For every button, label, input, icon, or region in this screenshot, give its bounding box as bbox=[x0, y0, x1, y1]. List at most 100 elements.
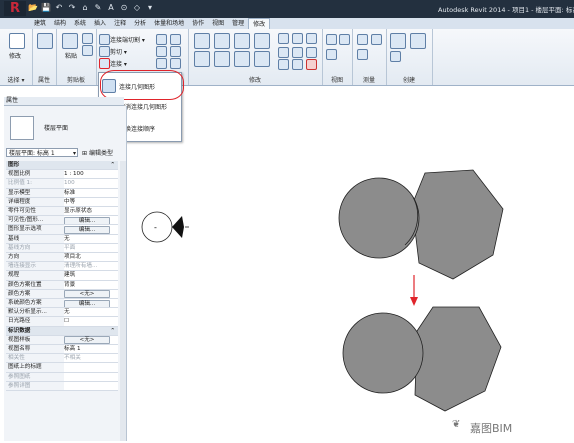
tab-9[interactable]: 管理 bbox=[228, 18, 248, 29]
tab-8[interactable]: 视图 bbox=[208, 18, 228, 29]
move-icon[interactable] bbox=[194, 51, 210, 67]
mirror-axis-icon[interactable] bbox=[234, 33, 250, 49]
property-edit-button[interactable]: 编辑... bbox=[64, 216, 110, 225]
property-edit-button[interactable]: <无> bbox=[64, 290, 110, 298]
property-value[interactable]: 背景 bbox=[64, 280, 118, 289]
top-hexagon[interactable] bbox=[411, 169, 504, 280]
ribbon-group-label[interactable]: 选择 ▾ bbox=[0, 75, 32, 84]
mirror-draw-icon[interactable] bbox=[254, 33, 270, 49]
tab-4[interactable]: 注释 bbox=[110, 18, 130, 29]
remove-paint-icon[interactable] bbox=[156, 58, 167, 69]
join-geometry-icon[interactable] bbox=[99, 58, 110, 69]
unpin-icon[interactable] bbox=[306, 47, 317, 58]
sync-icon[interactable]: ⊙ bbox=[119, 3, 129, 13]
tab-2[interactable]: 系统 bbox=[70, 18, 90, 29]
property-edit-button[interactable]: <无> bbox=[64, 336, 110, 344]
instance-selector[interactable]: 楼层平面: 标高 1 ▾ bbox=[6, 148, 78, 157]
tab-3[interactable]: 插入 bbox=[90, 18, 110, 29]
property-value[interactable]: 无 bbox=[64, 234, 118, 243]
bottom-hexagon[interactable] bbox=[414, 306, 502, 412]
measure-icon[interactable] bbox=[357, 34, 368, 45]
measure-between-icon[interactable] bbox=[357, 49, 368, 60]
property-value[interactable]: 建筑 bbox=[64, 271, 118, 280]
paint-icon[interactable] bbox=[156, 46, 167, 57]
property-value[interactable]: 编辑... bbox=[64, 299, 118, 308]
tab-6[interactable]: 体量和场地 bbox=[150, 18, 188, 29]
save-icon[interactable]: 💾 bbox=[41, 3, 51, 13]
property-value[interactable]: 无 bbox=[64, 308, 118, 317]
shape-icon[interactable]: ◇ bbox=[132, 3, 142, 13]
dimension-icon[interactable] bbox=[371, 34, 382, 45]
tab-1[interactable]: 结构 bbox=[50, 18, 70, 29]
demolish-icon[interactable] bbox=[170, 46, 181, 57]
property-edit-button[interactable]: 编辑... bbox=[64, 299, 110, 308]
cope-label[interactable]: 连接端切割 ▾ bbox=[110, 35, 145, 44]
modify-cursor-icon[interactable] bbox=[9, 33, 25, 49]
split-gap-icon[interactable] bbox=[292, 33, 303, 44]
qat-dropdown-icon[interactable]: ▾ bbox=[145, 3, 155, 13]
tab-0[interactable]: 建筑 bbox=[30, 18, 50, 29]
trim-extend-icon[interactable] bbox=[254, 51, 270, 67]
property-section-header[interactable]: 图形 ⌃ bbox=[6, 161, 118, 171]
drawing-canvas[interactable]: - bbox=[127, 85, 574, 441]
property-value[interactable]: 编辑... bbox=[64, 216, 118, 225]
bottom-circle[interactable] bbox=[342, 312, 424, 394]
cope-icon[interactable] bbox=[99, 34, 110, 45]
property-section-header[interactable]: 标识数据 ⌃ bbox=[6, 326, 118, 336]
copy-icon[interactable] bbox=[82, 45, 93, 56]
property-value[interactable]: 1 : 100 bbox=[64, 170, 118, 179]
beam-join-icon[interactable] bbox=[170, 58, 181, 69]
override-icon[interactable] bbox=[339, 34, 350, 45]
split-icon[interactable] bbox=[278, 33, 289, 44]
properties-icon[interactable] bbox=[37, 33, 53, 49]
undo-icon[interactable]: ↶ bbox=[54, 3, 64, 13]
rotate-icon[interactable] bbox=[234, 51, 250, 67]
text-icon[interactable]: A bbox=[106, 3, 116, 13]
create-similar-icon[interactable] bbox=[390, 51, 401, 62]
open-icon[interactable]: 📂 bbox=[28, 3, 38, 13]
property-value[interactable]: 中等 bbox=[64, 197, 118, 206]
edit-type-button[interactable]: ⊞ 编辑类型 bbox=[82, 148, 113, 157]
property-edit-button[interactable]: 编辑... bbox=[64, 225, 110, 234]
tab-5[interactable]: 分析 bbox=[130, 18, 150, 29]
cut-icon[interactable] bbox=[82, 33, 93, 44]
collapse-icon[interactable]: ⌃ bbox=[110, 327, 115, 335]
measure-icon[interactable]: ✎ bbox=[93, 3, 103, 13]
view-icon[interactable] bbox=[326, 49, 337, 60]
paste-icon[interactable] bbox=[62, 33, 78, 49]
join-geometry-label[interactable]: 连接 ▾ bbox=[110, 59, 127, 68]
revit-logo-button[interactable]: R bbox=[4, 1, 26, 16]
top-circle[interactable] bbox=[338, 177, 420, 259]
property-value[interactable]: 标准 bbox=[64, 188, 118, 197]
property-value[interactable]: 项目北 bbox=[64, 253, 118, 262]
collapse-icon[interactable]: ⌃ bbox=[110, 161, 115, 169]
trim-icon[interactable] bbox=[278, 59, 289, 70]
redo-icon[interactable]: ↷ bbox=[67, 3, 77, 13]
offset-icon[interactable] bbox=[214, 33, 230, 49]
property-value[interactable]: 标高 1 bbox=[64, 345, 118, 354]
hide-icon[interactable] bbox=[326, 34, 337, 45]
tab-7[interactable]: 协作 bbox=[188, 18, 208, 29]
property-value[interactable]: <无> bbox=[64, 289, 118, 298]
create-group-icon[interactable] bbox=[410, 33, 426, 49]
create-parts-icon[interactable] bbox=[390, 33, 406, 49]
split-face-icon[interactable] bbox=[170, 34, 181, 45]
cut-geometry-label[interactable]: 剪切 ▾ bbox=[110, 47, 127, 56]
home-icon[interactable]: ⌂ bbox=[80, 3, 90, 13]
array-icon[interactable] bbox=[278, 47, 289, 58]
copy-element-icon[interactable] bbox=[214, 51, 230, 67]
cut-geometry-icon[interactable] bbox=[99, 46, 110, 57]
align-icon[interactable] bbox=[194, 33, 210, 49]
pin-icon[interactable] bbox=[306, 33, 317, 44]
extend-icon[interactable] bbox=[292, 59, 303, 70]
property-value[interactable] bbox=[64, 363, 118, 372]
property-value[interactable]: <无> bbox=[64, 335, 118, 344]
property-value[interactable]: ☐ bbox=[64, 317, 118, 326]
properties-scrollbar[interactable] bbox=[120, 161, 126, 441]
elevation-marker[interactable]: - bbox=[141, 211, 189, 243]
property-value[interactable]: 显示原状态 bbox=[64, 207, 118, 216]
delete-icon[interactable] bbox=[306, 59, 317, 70]
scale-icon[interactable] bbox=[292, 47, 303, 58]
wall-joins-icon[interactable] bbox=[156, 34, 167, 45]
property-value[interactable]: 编辑... bbox=[64, 225, 118, 234]
